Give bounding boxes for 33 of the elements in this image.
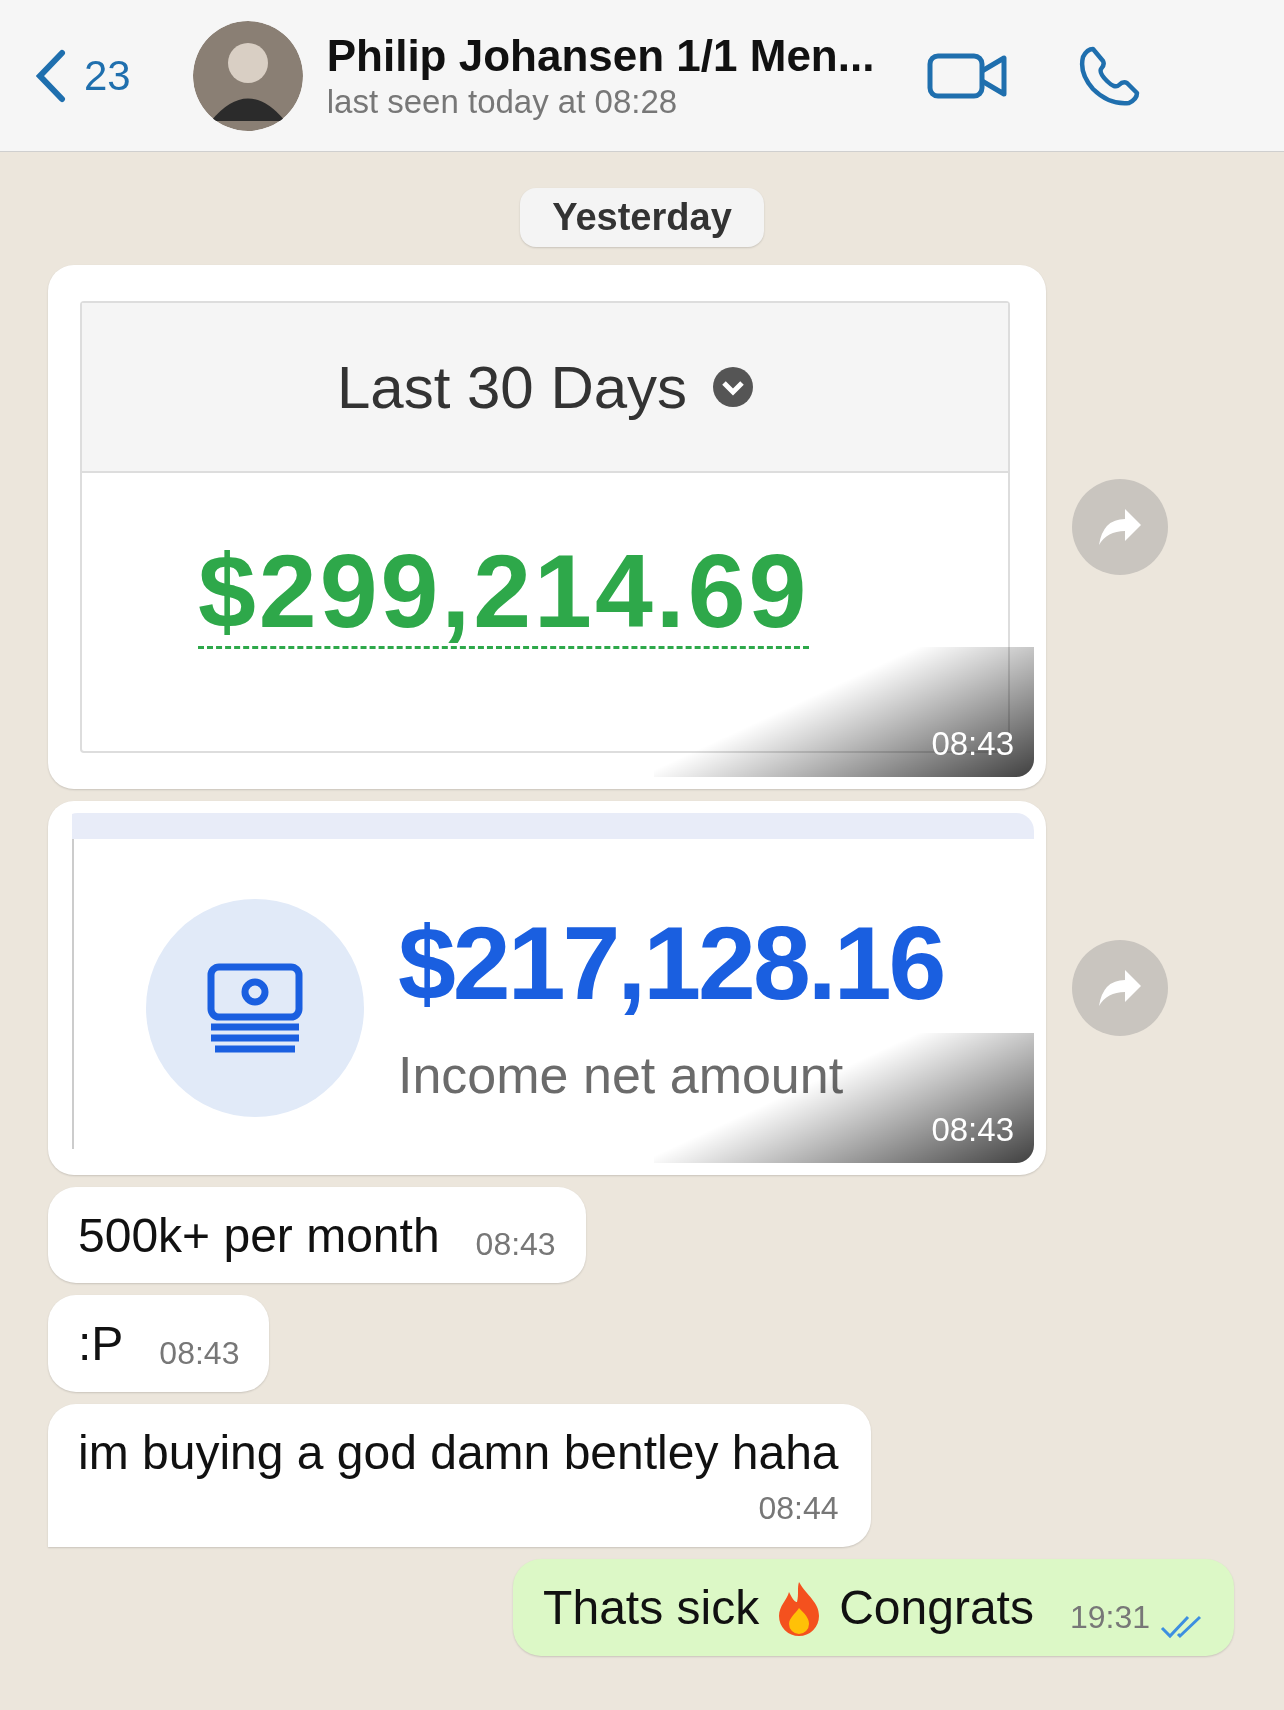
fire-icon	[777, 1580, 822, 1637]
message-text: Thats sick	[543, 1580, 760, 1637]
message-time: 08:43	[475, 1226, 556, 1265]
image-message[interactable]: $217,128.16 Income net amount 08:43	[48, 801, 1046, 1175]
message-bubble[interactable]: 500k+ per month 08:43	[48, 1187, 586, 1284]
chevron-left-icon	[36, 48, 66, 103]
share-arrow-icon	[1097, 507, 1143, 547]
contact-name[interactable]: Philip Johansen 1/1 Men...	[326, 30, 907, 81]
message-time: 08:43	[159, 1334, 240, 1373]
amount-text: $217,128.16	[398, 911, 944, 1015]
avatar-icon[interactable]	[192, 20, 303, 131]
message-time: 19:31	[1069, 1598, 1150, 1637]
date-label: Yesterday	[520, 188, 764, 247]
cash-stack-icon	[207, 963, 303, 1053]
message-text: 500k+ per month	[78, 1208, 440, 1264]
back-button[interactable]: 23	[36, 48, 131, 103]
message-text: Congrats	[839, 1580, 1034, 1637]
caption-text: Income net amount	[398, 1045, 845, 1105]
last-seen-text: last seen today at 08:28	[326, 82, 679, 121]
image-message[interactable]: Last 30 Days $299,214.69 08:43	[48, 265, 1046, 789]
dropdown-icon	[713, 367, 754, 407]
message-text: :P	[78, 1316, 124, 1373]
amount-text: $299,214.69	[198, 537, 810, 650]
message-bubble[interactable]: Thats sick Congrats 19:31	[513, 1559, 1234, 1656]
message-text: im buying a god damn bentley haha	[78, 1424, 839, 1481]
message-time: 08:43	[931, 1111, 1015, 1150]
message-time: 08:44	[758, 1490, 839, 1529]
share-arrow-icon	[1097, 968, 1143, 1008]
period-label: Last 30 Days	[336, 352, 688, 422]
phone-icon[interactable]	[1078, 44, 1141, 107]
message-bubble[interactable]: im buying a god damn bentley haha 08:44	[48, 1403, 871, 1548]
message-bubble[interactable]: :P 08:43	[48, 1295, 270, 1392]
message-time: 08:43	[931, 725, 1015, 764]
